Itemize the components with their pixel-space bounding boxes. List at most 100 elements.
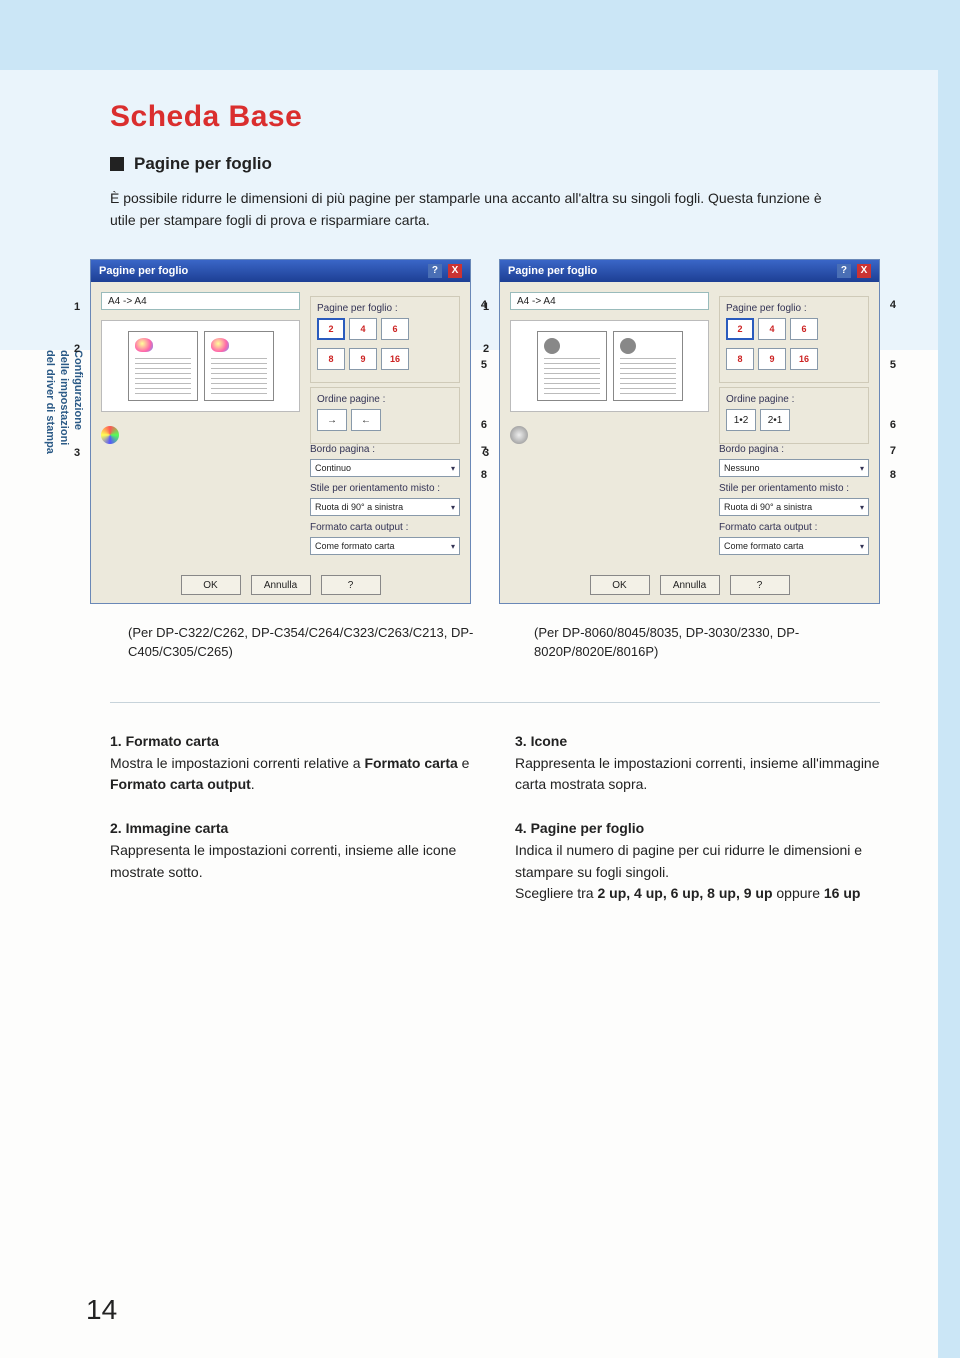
border-combo-value: Nessuno [724,463,760,473]
definitions: 1. Formato carta Mostra le impostazioni … [110,731,880,927]
callout-5: 5 [481,359,487,371]
color-wheel-icon [101,426,119,444]
nup-option-4[interactable]: 4 [349,318,377,340]
def-4-line2a: Scegliere tra [515,885,597,901]
separator [110,702,880,703]
help-icon[interactable]: ? [428,264,442,278]
callout-8: 8 [481,469,487,481]
chevron-down-icon: ▾ [451,503,455,512]
def-1-bold2: Formato carta output [110,776,251,792]
callout-2: 2 [483,343,489,355]
rotation-label: Stile per orientamento misto : [310,483,460,494]
def-1-mid: e [458,755,470,771]
callout-7: 7 [890,445,896,457]
def-4-optlast: 16 up [824,885,861,901]
top-band [0,0,960,70]
def-3-text: Rappresenta le impostazioni correnti, in… [515,755,880,793]
def-4-key: Pagine per foglio [531,820,645,836]
chevron-down-icon: ▾ [860,503,864,512]
output-label: Formato carta output : [310,522,460,533]
border-combo[interactable]: Nessuno ▾ [719,459,869,477]
def-4: 4. Pagine per foglio Indica il numero di… [515,818,880,905]
help-button[interactable]: ? [730,575,790,595]
ok-button[interactable]: OK [181,575,241,595]
section-heading-text: Pagine per foglio [134,154,272,174]
nup-option-2[interactable]: 2 [317,318,345,340]
paper-size-display: A4 -> A4 [510,292,709,310]
output-combo[interactable]: Come formato carta▾ [310,537,460,555]
order-option-rtl[interactable]: ← [351,409,381,431]
def-1-text: Mostra le impostazioni correnti relative… [110,755,364,771]
def-2-text: Rappresenta le impostazioni correnti, in… [110,842,456,880]
callout-6: 6 [481,419,487,431]
rotation-label: Stile per orientamento misto : [719,483,869,494]
callout-2: 2 [74,343,80,355]
ok-button[interactable]: OK [590,575,650,595]
output-combo[interactable]: Come formato carta▾ [719,537,869,555]
preview-sheet [613,331,683,401]
order-option-ltr[interactable]: → [317,409,347,431]
nup-option-4[interactable]: 4 [758,318,786,340]
rotation-combo-value: Ruota di 90° a sinistra [724,502,812,512]
nup-option-9[interactable]: 9 [758,348,786,370]
dialog-screenshots: 1 2 3 4 5 6 7 8 Pagine per foglio ? X A4… [90,259,880,604]
section-heading: Pagine per foglio [110,154,880,174]
close-icon[interactable]: X [448,264,462,278]
nup-option-8[interactable]: 8 [317,348,345,370]
callout-6: 6 [890,419,896,431]
callout-3: 3 [483,447,489,459]
output-label: Formato carta output : [719,522,869,533]
dialog-right-wrap: 1 2 3 4 5 6 7 8 Pagine per foglio ? X A4… [499,259,880,604]
page-order-label: Ordine pagine : [726,394,862,405]
def-4-text: Indica il numero di pagine per cui ridur… [515,842,862,880]
nup-option-6[interactable]: 6 [790,318,818,340]
paper-size-display: A4 -> A4 [101,292,300,310]
chevron-down-icon: ▾ [860,464,864,473]
def-1: 1. Formato carta Mostra le impostazioni … [110,731,475,796]
cancel-button[interactable]: Annulla [251,575,311,595]
nup-option-16[interactable]: 16 [790,348,818,370]
callout-3: 3 [74,447,80,459]
nup-option-2[interactable]: 2 [726,318,754,340]
dialog-left: Pagine per foglio ? X A4 -> A4 [90,259,471,604]
order-option-12[interactable]: 1•2 [726,409,756,431]
callout-5: 5 [890,359,896,371]
def-1-num: 1. [110,733,122,749]
nup-option-9[interactable]: 9 [349,348,377,370]
page-order-label: Ordine pagine : [317,394,453,405]
dialog-title-text: Pagine per foglio [99,265,188,277]
square-bullet-icon [110,157,124,171]
def-2-num: 2. [110,820,122,836]
cancel-button[interactable]: Annulla [660,575,720,595]
chevron-down-icon: ▾ [860,542,864,551]
border-combo[interactable]: Continuo▾ [310,459,460,477]
callout-1: 1 [74,301,80,313]
help-button[interactable]: ? [321,575,381,595]
close-icon[interactable]: X [857,264,871,278]
dialog-captions: (Per DP-C322/C262, DP-C354/C264/C323/C26… [128,624,880,662]
callout-8: 8 [890,469,896,481]
dialog-title-text: Pagine per foglio [508,265,597,277]
def-4-num: 4. [515,820,527,836]
border-label: Bordo pagina : [310,444,460,455]
dialog-left-wrap: 1 2 3 4 5 6 7 8 Pagine per foglio ? X A4… [90,259,471,604]
def-1-tail: . [251,776,255,792]
nup-option-6[interactable]: 6 [381,318,409,340]
order-option-21[interactable]: 2•1 [760,409,790,431]
page-number: 14 [86,1294,117,1326]
page-title: Scheda Base [110,100,880,134]
paper-preview [510,320,709,412]
rotation-combo[interactable]: Ruota di 90° a sinistra ▾ [719,498,869,516]
mono-icon [510,426,528,444]
rotation-combo[interactable]: Ruota di 90° a sinistra ▾ [310,498,460,516]
chevron-down-icon: ▾ [451,542,455,551]
nup-option-16[interactable]: 16 [381,348,409,370]
dialog-right: Pagine per foglio ? X A4 -> A4 [499,259,880,604]
dialog-titlebar: Pagine per foglio ? X [500,260,879,282]
help-icon[interactable]: ? [837,264,851,278]
paper-preview [101,320,300,412]
def-2: 2. Immagine carta Rappresenta le imposta… [110,818,475,883]
def-3-num: 3. [515,733,527,749]
rotation-combo-value: Ruota di 90° a sinistra [315,502,403,512]
nup-option-8[interactable]: 8 [726,348,754,370]
